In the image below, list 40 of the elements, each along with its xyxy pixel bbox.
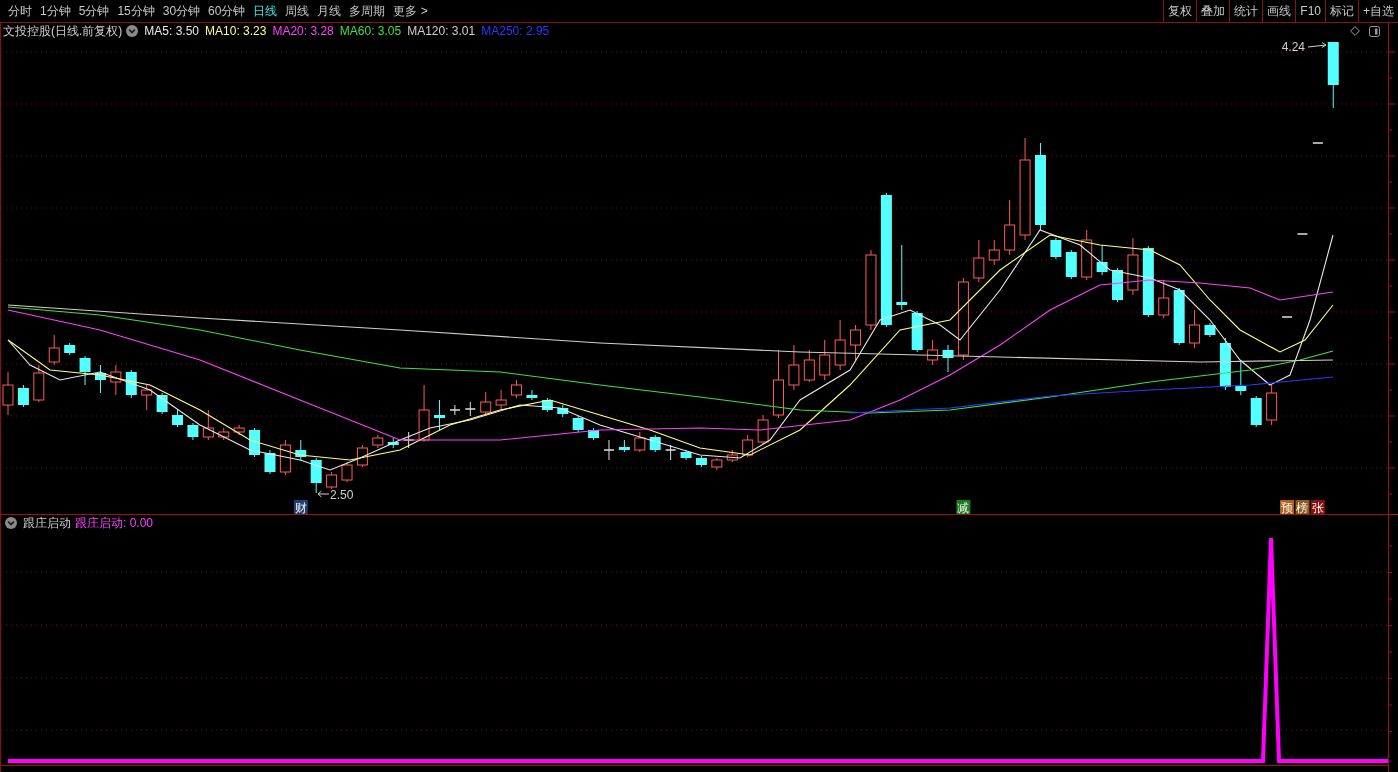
signal-tag: 财 bbox=[293, 500, 308, 514]
period-tab[interactable]: 30分钟 bbox=[158, 0, 205, 22]
chevron-down-icon[interactable] bbox=[5, 517, 17, 529]
signal-tag: 减 bbox=[956, 500, 971, 514]
indicator-title: 跟庄启动 bbox=[23, 515, 71, 531]
period-tab[interactable]: 60分钟 bbox=[204, 0, 250, 22]
layout-toggle-icon[interactable] bbox=[1369, 25, 1380, 37]
period-tab[interactable]: 月线 bbox=[313, 0, 346, 22]
chart-title: 文投控股(日线.前复权) bbox=[3, 23, 123, 39]
low-price-label: 2.50 bbox=[330, 488, 354, 502]
toolbar-button[interactable]: +自选 bbox=[1358, 0, 1398, 22]
high-price-label: 4.24 bbox=[1281, 40, 1305, 54]
period-tab[interactable]: 多周期 bbox=[345, 0, 390, 22]
diamond-icon[interactable] bbox=[1350, 26, 1360, 36]
signal-tag: 榜 bbox=[1295, 500, 1310, 514]
toolbar-button[interactable]: 统计 bbox=[1229, 0, 1263, 22]
period-tab[interactable]: 周线 bbox=[281, 0, 314, 22]
period-tab[interactable]: 15分钟 bbox=[113, 0, 159, 22]
toolbar-button[interactable]: 复权 bbox=[1163, 0, 1197, 22]
period-tab[interactable]: 5分钟 bbox=[74, 0, 114, 22]
toolbar-button[interactable]: F10 bbox=[1295, 0, 1325, 22]
period-tab[interactable]: 日线 bbox=[249, 0, 282, 22]
toolbar-button[interactable]: 画线 bbox=[1262, 0, 1296, 22]
period-tab[interactable]: 分时 bbox=[4, 0, 36, 22]
chevron-down-icon[interactable] bbox=[126, 25, 139, 37]
indicator-value: MA120: 3.01 bbox=[407, 23, 476, 39]
indicator-value: MA250: 2.95 bbox=[481, 23, 550, 39]
indicator-value: 跟庄启动: 0.00 bbox=[75, 515, 154, 531]
indicator-value: MA60: 3.05 bbox=[339, 23, 402, 39]
more-menu-button[interactable]: 更多 > bbox=[389, 0, 432, 22]
leader-arrow bbox=[1307, 42, 1327, 48]
indicator-value: MA10: 3.23 bbox=[205, 23, 267, 39]
signal-tag: 预 bbox=[1280, 500, 1295, 514]
indicator-value: MA5: 3.50 bbox=[144, 23, 200, 39]
toolbar-button[interactable]: 标记 bbox=[1325, 0, 1358, 22]
signal-tag: 张 bbox=[1310, 500, 1325, 514]
period-tab[interactable]: 1分钟 bbox=[36, 0, 75, 22]
indicator-value: MA20: 3.28 bbox=[272, 23, 334, 39]
leader-arrow bbox=[317, 490, 330, 498]
toolbar-button[interactable]: 叠加 bbox=[1196, 0, 1230, 22]
